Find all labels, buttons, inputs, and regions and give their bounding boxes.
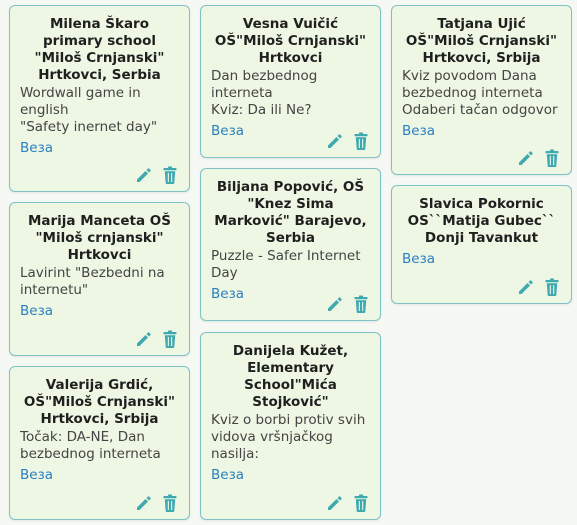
post-link[interactable]: Веза	[211, 467, 244, 483]
post-actions	[516, 277, 562, 297]
delete-trash-icon[interactable]	[160, 165, 180, 185]
post-actions	[134, 165, 180, 185]
post-body: Kviz povodom Dana bezbednog interneta Od…	[402, 68, 558, 118]
post-link[interactable]: Веза	[211, 286, 244, 302]
post-actions	[134, 329, 180, 349]
post-body: Kviz o borbi protiv svih vidova vršnjačk…	[211, 412, 366, 462]
post-link[interactable]: Веза	[402, 251, 435, 267]
post-body: Puzzle - Safer Internet Day	[211, 248, 361, 281]
post-title: Slavica Pokornic OS``Matija Gubec`` Donj…	[407, 196, 556, 246]
post-card[interactable]: Marija Manceta OŠ "Miloš crnjanski" Hrtk…	[9, 202, 190, 356]
post-card[interactable]: Slavica Pokornic OS``Matija Gubec`` Donj…	[391, 185, 572, 304]
delete-trash-icon[interactable]	[160, 493, 180, 513]
post-title: Marija Manceta OŠ "Miloš crnjanski" Hrtk…	[27, 213, 172, 263]
post-card[interactable]: Danijela Kužet, Elementary School"Mića S…	[200, 332, 381, 520]
post-body: Dan bezbednog interneta Kviz: Da ili Ne?	[211, 68, 318, 118]
post-title: Valerija Grdić, OŠ"Miloš Crnjanski" Hrtk…	[23, 377, 176, 427]
edit-pencil-icon[interactable]	[516, 148, 536, 168]
post-body: Točak: DA-NE, Dan bezbednog interneta	[20, 429, 161, 462]
post-card[interactable]: Milena Škaro primary school "Miloš Crnja…	[9, 5, 190, 192]
post-card[interactable]: Biljana Popović, OŠ "Knez Sima Marković"…	[200, 168, 381, 321]
post-title: Biljana Popović, OŠ "Knez Sima Marković"…	[214, 179, 367, 246]
edit-pencil-icon[interactable]	[134, 493, 154, 513]
post-actions	[325, 294, 371, 314]
edit-pencil-icon[interactable]	[134, 329, 154, 349]
delete-trash-icon[interactable]	[542, 148, 562, 168]
edit-pencil-icon[interactable]	[325, 131, 345, 151]
post-title: Vesna Vuičić OŠ"Miloš Crnjanski" Hrtkovc…	[214, 16, 367, 66]
post-body: Lavirint "Bezbedni na internetu"	[20, 265, 165, 298]
post-link[interactable]: Веза	[211, 123, 244, 139]
edit-pencil-icon[interactable]	[516, 277, 536, 297]
post-actions	[325, 131, 371, 151]
post-actions	[325, 493, 371, 513]
post-link[interactable]: Веза	[402, 123, 435, 139]
post-actions	[134, 493, 180, 513]
delete-trash-icon[interactable]	[160, 329, 180, 349]
edit-pencil-icon[interactable]	[134, 165, 154, 185]
post-title: Tatjana Ujić OŠ"Miloš Crnjanski" Hrtkovc…	[405, 16, 558, 66]
delete-trash-icon[interactable]	[542, 277, 562, 297]
delete-trash-icon[interactable]	[351, 493, 371, 513]
post-body: Wordwall game in english "Safety inernet…	[20, 85, 158, 135]
delete-trash-icon[interactable]	[351, 131, 371, 151]
edit-pencil-icon[interactable]	[325, 493, 345, 513]
post-title: Milena Škaro primary school "Miloš Crnja…	[34, 16, 165, 83]
post-card[interactable]: Tatjana Ujić OŠ"Miloš Crnjanski" Hrtkovc…	[391, 5, 572, 175]
post-link[interactable]: Веза	[20, 467, 53, 483]
post-card[interactable]: Vesna Vuičić OŠ"Miloš Crnjanski" Hrtkovc…	[200, 5, 381, 158]
post-link[interactable]: Веза	[20, 303, 53, 319]
post-card[interactable]: Valerija Grdić, OŠ"Miloš Crnjanski" Hrtk…	[9, 366, 190, 520]
post-link[interactable]: Веза	[20, 140, 53, 156]
delete-trash-icon[interactable]	[351, 294, 371, 314]
edit-pencil-icon[interactable]	[325, 294, 345, 314]
post-actions	[516, 148, 562, 168]
post-title: Danijela Kužet, Elementary School"Mića S…	[232, 343, 349, 410]
